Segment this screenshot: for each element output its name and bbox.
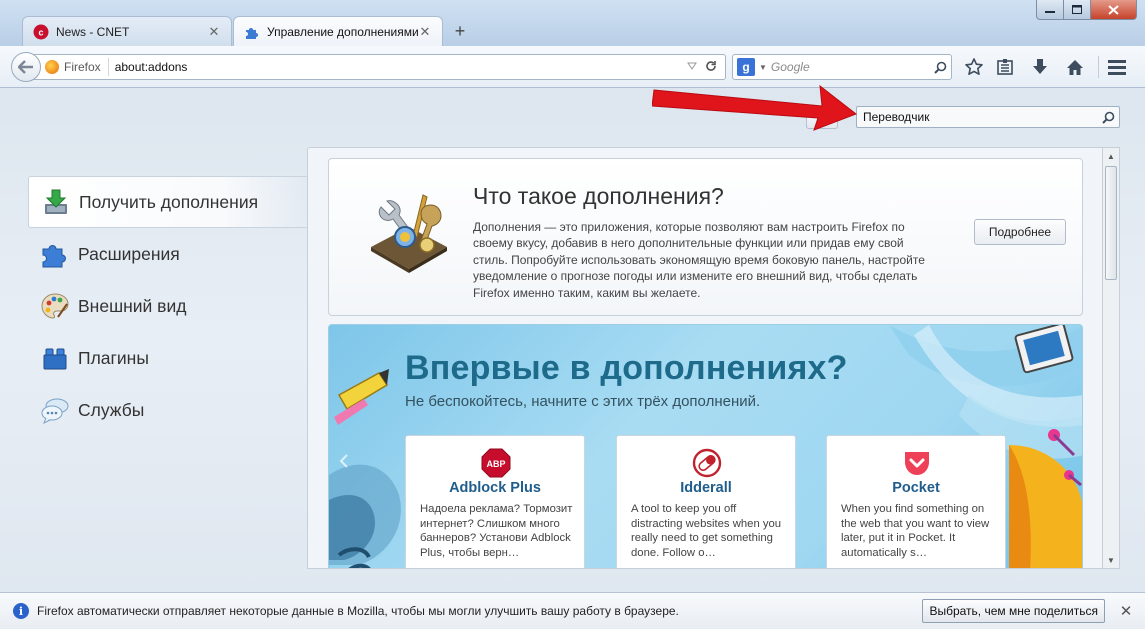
addons-manager-page: Переводчик Получить дополнения Расширени… [0,88,1145,592]
back-button[interactable] [11,52,41,82]
addon-card-idderall[interactable]: Idderall A tool to keep you off distract… [616,435,796,568]
category-label: Получить дополнения [79,191,259,212]
search-placeholder[interactable]: Google [771,60,929,74]
palette-icon [40,291,70,321]
addon-name[interactable]: Pocket [827,480,1005,496]
addon-name[interactable]: Idderall [617,480,795,496]
tab-close-icon[interactable]: ✕ [207,24,221,40]
intro-description: Дополнения — это приложения, которые поз… [473,220,925,300]
cnet-icon: c [33,24,49,40]
choose-what-to-share-button[interactable]: Выбрать, чем мне поделиться [922,599,1105,623]
category-label: Службы [78,399,145,420]
puzzle-icon [244,24,260,40]
tab-title: Управление дополнениями [267,24,418,39]
url-text[interactable]: about:addons [115,60,687,74]
addon-description: When you find something on the web that … [841,503,990,559]
tab-addons-manager[interactable]: Управление дополнениями ✕ [233,16,443,46]
download-icon [41,187,71,217]
url-bar[interactable]: Firefox about:addons [28,54,726,80]
discover-scrollbar[interactable]: ▲ ▼ [1103,147,1120,569]
site-identity[interactable]: Firefox [45,58,109,76]
bookmark-star-icon[interactable] [963,56,985,78]
info-icon: i [13,603,29,619]
category-plugins[interactable]: Плагины [28,332,308,384]
close-icon [1108,4,1119,15]
scroll-up-icon[interactable]: ▲ [1103,148,1119,164]
puzzle-icon [40,239,70,269]
home-icon[interactable] [1064,56,1086,78]
promo-subtitle: Не беспокойтесь, начните с этих трёх доп… [405,393,761,410]
google-icon[interactable]: g [737,58,755,76]
addon-search-value[interactable]: Переводчик [863,110,1097,124]
bookmarks-menu-icon[interactable] [994,56,1016,78]
identity-label: Firefox [64,60,101,74]
category-appearance[interactable]: Внешний вид [28,280,308,332]
window-controls [1036,0,1137,20]
tools-illustration-icon [365,187,453,275]
addon-search-field[interactable]: Переводчик [856,106,1120,128]
lego-icon [40,343,70,373]
category-list: Получить дополнения Расширения Внешний в… [28,176,308,436]
maximize-button[interactable] [1064,0,1091,20]
tab-title: News - CNET [56,24,130,39]
toolbar-separator [1098,56,1099,78]
addon-description: A tool to keep you off distracting websi… [631,503,782,559]
minimize-button[interactable] [1036,0,1064,20]
idderall-pill-icon [692,448,722,478]
adblock-logo-text: ABP [486,459,505,469]
navigation-toolbar: Firefox about:addons g ▼ Google [0,46,1145,88]
first-time-promo-banner: Впервые в дополнениях? Не беспокойтесь, … [328,324,1083,568]
chat-bubbles-icon [40,395,70,425]
learn-more-button[interactable]: Подробнее [974,219,1066,245]
downloads-icon[interactable] [1029,56,1051,78]
title-bar: c News - CNET ✕ Управление дополнениями … [0,0,1145,46]
scroll-down-icon[interactable]: ▼ [1103,552,1119,568]
category-label: Внешний вид [78,295,187,316]
scrollbar-thumb[interactable] [1105,166,1117,280]
tab-close-icon[interactable]: ✕ [418,24,432,40]
web-search-bar[interactable]: g ▼ Google [732,54,952,80]
search-icon[interactable] [929,61,951,74]
firefox-icon [45,60,59,74]
reload-icon[interactable] [705,60,717,75]
discover-pane: Что такое дополнения? Дополнения — это п… [307,147,1103,569]
category-label: Расширения [78,243,180,264]
back-arrow-icon [18,60,33,74]
promo-title: Впервые в дополнениях? [405,349,848,387]
category-extensions[interactable]: Расширения [28,228,308,280]
category-get-addons[interactable]: Получить дополнения [28,176,308,228]
intro-title: Что такое дополнения? [473,183,724,209]
engine-dropdown-icon[interactable]: ▼ [759,63,767,72]
tab-news-cnet[interactable]: c News - CNET ✕ [22,16,232,46]
maximize-icon [1072,5,1082,14]
minimize-icon [1045,10,1055,13]
url-dropdown-icon[interactable] [687,61,697,73]
data-reporting-notification: i Firefox автоматически отправляет некот… [0,592,1145,629]
category-label: Плагины [78,347,149,368]
notification-message: Firefox автоматически отправляет некотор… [37,604,679,618]
close-window-button[interactable] [1091,0,1137,20]
red-arrow-annotation-icon [652,84,858,131]
addon-description: Надоела реклама? Тормозит интернет? Слиш… [420,503,573,559]
new-tab-button[interactable]: + [451,22,469,40]
addon-card-pocket[interactable]: Pocket When you find something on the we… [826,435,1006,568]
addon-card-adblock-plus[interactable]: ABP Adblock Plus Надоела реклама? Тормоз… [405,435,585,568]
menu-hamburger-icon[interactable] [1106,56,1128,78]
search-icon[interactable] [1097,111,1119,124]
what-are-addons-panel: Что такое дополнения? Дополнения — это п… [328,158,1083,316]
svg-text:c: c [38,27,43,37]
pocket-logo-icon [902,448,932,478]
adblock-plus-logo-icon: ABP [481,448,511,478]
close-icon[interactable]: ✕ [1119,602,1133,620]
category-services[interactable]: Службы [28,384,308,436]
addon-name[interactable]: Adblock Plus [406,480,584,496]
